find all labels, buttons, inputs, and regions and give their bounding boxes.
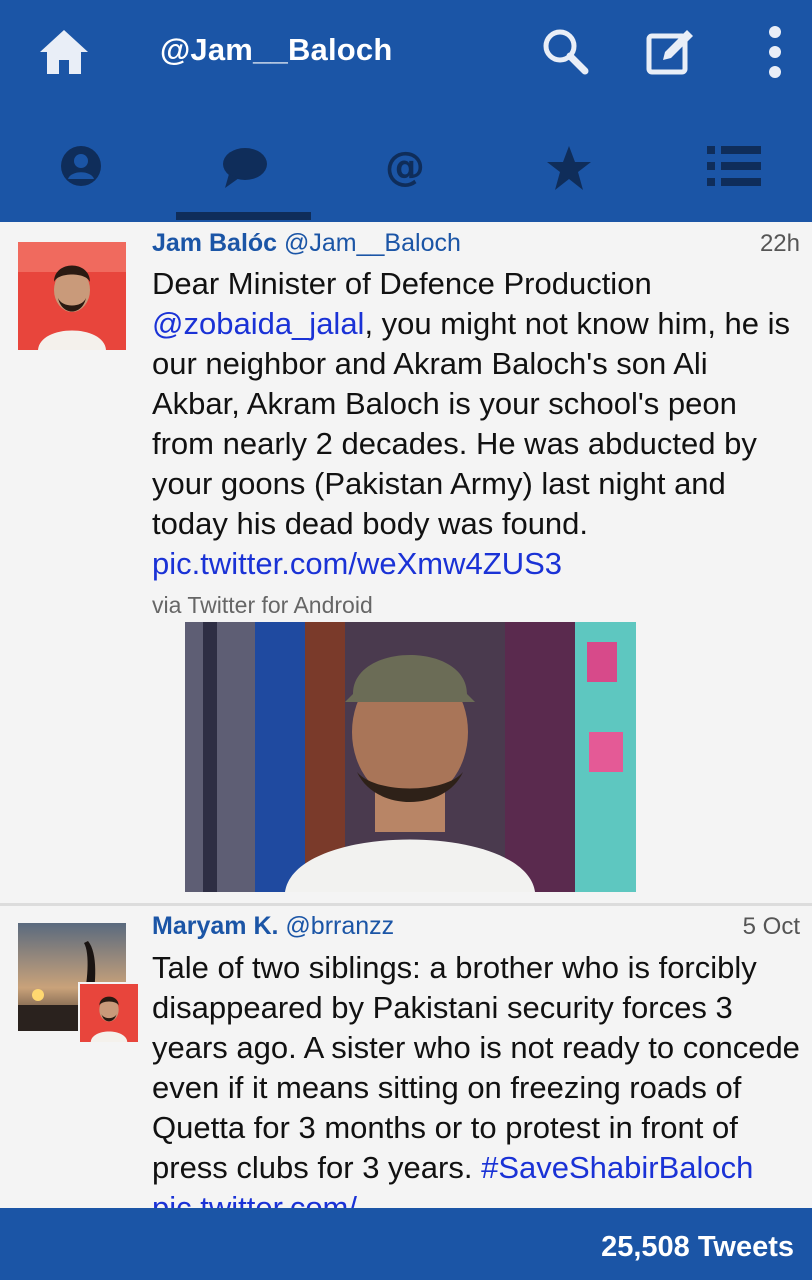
avatar[interactable] bbox=[18, 242, 126, 350]
timeline[interactable]: Jam Balóc @Jam__Baloch 22h Dear Minister… bbox=[0, 222, 812, 1208]
media-link[interactable]: pic.twitter.com/weXmw4ZUS3 bbox=[152, 546, 562, 581]
tweet-text-main: , you might not know him, he is our neig… bbox=[152, 306, 791, 541]
tweet-text-intro: Dear Minister of Defence Production bbox=[152, 266, 652, 301]
tweet-text: Dear Minister of Defence Production @zob… bbox=[152, 264, 802, 584]
more-vertical-icon[interactable] bbox=[760, 24, 790, 80]
selected-tab-indicator bbox=[176, 212, 311, 220]
tweet-photo[interactable] bbox=[185, 622, 636, 892]
svg-text:@: @ bbox=[385, 144, 425, 188]
author-handle[interactable]: @Jam__Baloch bbox=[284, 229, 461, 257]
tab-lists[interactable] bbox=[662, 106, 796, 222]
tweet[interactable]: Maryam K. @brranzz 5 Oct Tale of two sib… bbox=[0, 906, 812, 1208]
compose-icon[interactable] bbox=[645, 26, 697, 76]
home-icon[interactable] bbox=[36, 26, 92, 78]
media-link[interactable]: pic.twitter.com/ bbox=[152, 1190, 357, 1208]
author-name[interactable]: Jam Balóc bbox=[152, 229, 277, 257]
tweet-header: Jam Balóc @Jam__Baloch bbox=[152, 229, 461, 258]
search-icon[interactable] bbox=[540, 26, 590, 76]
mention-link[interactable]: @zobaida_jalal bbox=[152, 306, 364, 341]
tweet-count: 25,508 Tweets bbox=[601, 1231, 794, 1263]
person-icon bbox=[61, 146, 101, 186]
tab-messages[interactable] bbox=[176, 106, 310, 222]
tweet-text: Tale of two siblings: a brother who is f… bbox=[152, 948, 802, 1208]
tab-profile[interactable] bbox=[14, 106, 148, 222]
top-app-bar: @Jam__Baloch @ bbox=[0, 0, 812, 222]
account-title: @Jam__Baloch bbox=[160, 32, 393, 67]
bottom-status-bar: 25,508 Tweets bbox=[0, 1208, 812, 1280]
list-icon bbox=[707, 146, 761, 186]
speech-bubble-icon bbox=[223, 148, 267, 188]
author-name[interactable]: Maryam K. bbox=[152, 912, 278, 940]
at-sign-icon: @ bbox=[385, 144, 425, 188]
tweet-time: 22h bbox=[759, 230, 800, 257]
tab-bar: @ bbox=[0, 106, 812, 222]
tab-mentions[interactable]: @ bbox=[338, 106, 472, 222]
tab-favorites[interactable] bbox=[500, 106, 634, 222]
title-row: @Jam__Baloch bbox=[0, 0, 812, 106]
hashtag-link[interactable]: #SaveShabirBaloch bbox=[481, 1150, 753, 1185]
author-handle[interactable]: @brranzz bbox=[285, 912, 394, 940]
tweet[interactable]: Jam Balóc @Jam__Baloch 22h Dear Minister… bbox=[0, 222, 812, 902]
star-icon bbox=[547, 146, 591, 190]
tweet-header: Maryam K. @brranzz bbox=[152, 912, 394, 941]
tweet-time: 5 Oct bbox=[742, 913, 800, 940]
tweet-source: via Twitter for Android bbox=[152, 592, 373, 618]
retweeter-avatar[interactable] bbox=[78, 982, 140, 1044]
